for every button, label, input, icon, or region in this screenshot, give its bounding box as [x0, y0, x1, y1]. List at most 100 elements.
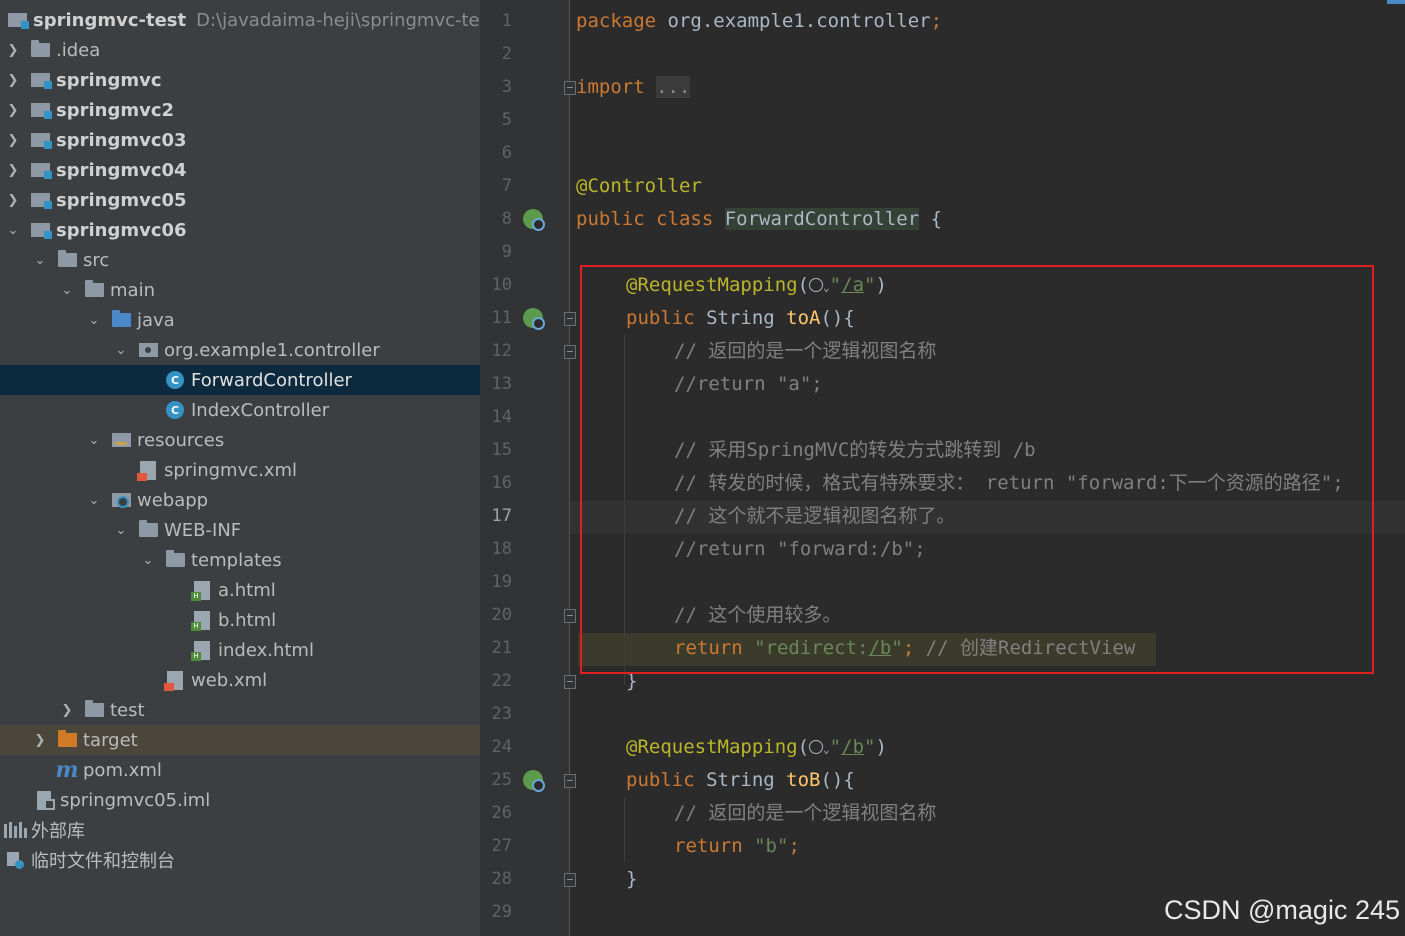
globe-icon[interactable]: [809, 740, 824, 754]
line-number: 12: [491, 341, 512, 361]
code-editor[interactable]: 1 2 3 5 6 7 8 9 10 11 12 13 14 15 16 17 …: [480, 0, 1405, 936]
chevron-right-icon[interactable]: ❯: [58, 695, 76, 725]
tree-item-scratches[interactable]: 临时文件和控制台: [0, 845, 480, 875]
code-line-27[interactable]: return "b";: [674, 830, 800, 863]
chevron-right-icon[interactable]: ❯: [4, 35, 22, 65]
chevron-right-icon[interactable]: ❯: [4, 185, 22, 215]
tree-item-springmvc-xml[interactable]: springmvc.xml: [0, 455, 480, 485]
line-number: 10: [491, 275, 512, 295]
tree-item-src[interactable]: ⌄ src: [0, 245, 480, 275]
chevron-right-icon[interactable]: ❯: [31, 725, 49, 755]
fold-icon[interactable]: [564, 345, 576, 359]
folder-icon: [164, 545, 186, 575]
fold-icon[interactable]: [564, 609, 576, 623]
module-icon: [29, 155, 52, 185]
line-number: 5: [501, 110, 512, 130]
chevron-down-icon[interactable]: ⌄: [85, 485, 103, 515]
tree-item-target[interactable]: ❯ target: [0, 725, 480, 755]
excluded-folder-icon: [56, 725, 78, 755]
resources-folder-icon: [110, 425, 132, 455]
tree-item-java[interactable]: ⌄ java: [0, 305, 480, 335]
tree-item-springmvc2[interactable]: ❯ springmvc2: [0, 95, 480, 125]
fold-icon[interactable]: [564, 81, 576, 95]
highlight-box: [580, 265, 1374, 674]
html-file-icon: [191, 575, 213, 605]
tree-item-index-html[interactable]: index.html: [0, 635, 480, 665]
tree-item-external-libraries[interactable]: 外部库: [0, 815, 480, 845]
code-line-7[interactable]: @Controller: [576, 170, 702, 203]
spring-bean-icon[interactable]: [523, 209, 545, 231]
code-line-3[interactable]: import ...: [576, 71, 691, 104]
folded-imports[interactable]: ...: [656, 76, 691, 98]
html-file-icon: [191, 605, 213, 635]
line-number: 3: [501, 77, 512, 97]
chevron-down-icon[interactable]: ⌄: [85, 425, 103, 455]
line-number: 8: [501, 209, 512, 229]
chevron-down-icon[interactable]: ⌄: [112, 515, 130, 545]
tree-item-resources[interactable]: ⌄ resources: [0, 425, 480, 455]
tree-root-springmvc-test[interactable]: springmvc-test D:\javadaima-heji\springm…: [0, 5, 480, 35]
module-icon: [29, 125, 52, 155]
chevron-down-icon[interactable]: ⌄: [31, 245, 49, 275]
tree-item-a-html[interactable]: a.html: [0, 575, 480, 605]
chevron-right-icon[interactable]: ❯: [4, 155, 22, 185]
chevron-down-icon[interactable]: ⌄: [139, 545, 157, 575]
chevron-down-icon[interactable]: ⌄: [4, 215, 22, 245]
chevron-down-icon[interactable]: ⌄: [112, 335, 130, 365]
code-line-24[interactable]: @RequestMapping(⌄"/b"): [626, 731, 887, 764]
line-number: 20: [491, 605, 512, 625]
request-mapping-icon[interactable]: [523, 308, 545, 330]
chevron-down-icon[interactable]: ⌄: [58, 275, 76, 305]
fold-icon[interactable]: [564, 873, 576, 887]
tree-item-springmvc06[interactable]: ⌄ springmvc06: [0, 215, 480, 245]
indent-guide: [624, 797, 625, 863]
module-icon: [29, 215, 52, 245]
code-line-1[interactable]: package org.example1.controller;: [576, 5, 942, 38]
line-number: 25: [491, 770, 512, 790]
folder-icon: [83, 695, 105, 725]
code-line-26[interactable]: // 返回的是一个逻辑视图名称: [674, 797, 936, 830]
line-number-current: 17: [491, 506, 512, 526]
fold-icon[interactable]: [564, 312, 576, 326]
tree-item-package[interactable]: ⌄ org.example1.controller: [0, 335, 480, 365]
tree-item-indexcontroller[interactable]: C IndexController: [0, 395, 480, 425]
tree-item-springmvc04[interactable]: ❯ springmvc04: [0, 155, 480, 185]
chevron-right-icon[interactable]: ❯: [4, 95, 22, 125]
chevron-down-icon[interactable]: ⌄: [85, 305, 103, 335]
tree-item-forwardcontroller[interactable]: C ForwardController: [0, 365, 480, 395]
line-number: 24: [491, 737, 512, 757]
chevron-right-icon[interactable]: ❯: [4, 125, 22, 155]
code-line-28[interactable]: }: [626, 863, 637, 896]
module-icon: [29, 185, 52, 215]
folder-icon: [137, 515, 159, 545]
maven-icon: m: [55, 757, 79, 783]
tree-item-springmvc05-iml[interactable]: springmvc05.iml: [0, 785, 480, 815]
tree-item-springmvc[interactable]: ❯ springmvc: [0, 65, 480, 95]
tree-item-pom-xml[interactable]: m pom.xml: [0, 755, 480, 785]
watermark: CSDN @magic 245: [1164, 895, 1400, 925]
tree-item-idea[interactable]: ❯ .idea: [0, 35, 480, 65]
tree-item-b-html[interactable]: b.html: [0, 605, 480, 635]
tree-item-main[interactable]: ⌄ main: [0, 275, 480, 305]
xml-file-icon: [164, 665, 186, 695]
chevron-right-icon[interactable]: ❯: [4, 65, 22, 95]
class-icon: C: [164, 395, 186, 425]
line-number: 2: [501, 44, 512, 64]
package-icon: [137, 335, 159, 365]
tree-item-springmvc05[interactable]: ❯ springmvc05: [0, 185, 480, 215]
line-number: 19: [491, 572, 512, 592]
code-line-25[interactable]: public String toB(){: [626, 764, 855, 797]
line-number: 14: [491, 407, 512, 427]
code-line-8[interactable]: public class ForwardController {: [576, 203, 942, 236]
tree-item-web-inf[interactable]: ⌄ WEB-INF: [0, 515, 480, 545]
tree-item-templates[interactable]: ⌄ templates: [0, 545, 480, 575]
tree-item-springmvc03[interactable]: ❯ springmvc03: [0, 125, 480, 155]
project-tree-panel: springmvc-test D:\javadaima-heji\springm…: [0, 0, 480, 936]
fold-icon[interactable]: [564, 675, 576, 689]
chevron-down-icon[interactable]: ⌄: [823, 743, 830, 756]
tree-item-web-xml[interactable]: web.xml: [0, 665, 480, 695]
fold-icon[interactable]: [564, 774, 576, 788]
request-mapping-icon[interactable]: [523, 770, 545, 792]
tree-item-test[interactable]: ❯ test: [0, 695, 480, 725]
tree-item-webapp[interactable]: ⌄ webapp: [0, 485, 480, 515]
